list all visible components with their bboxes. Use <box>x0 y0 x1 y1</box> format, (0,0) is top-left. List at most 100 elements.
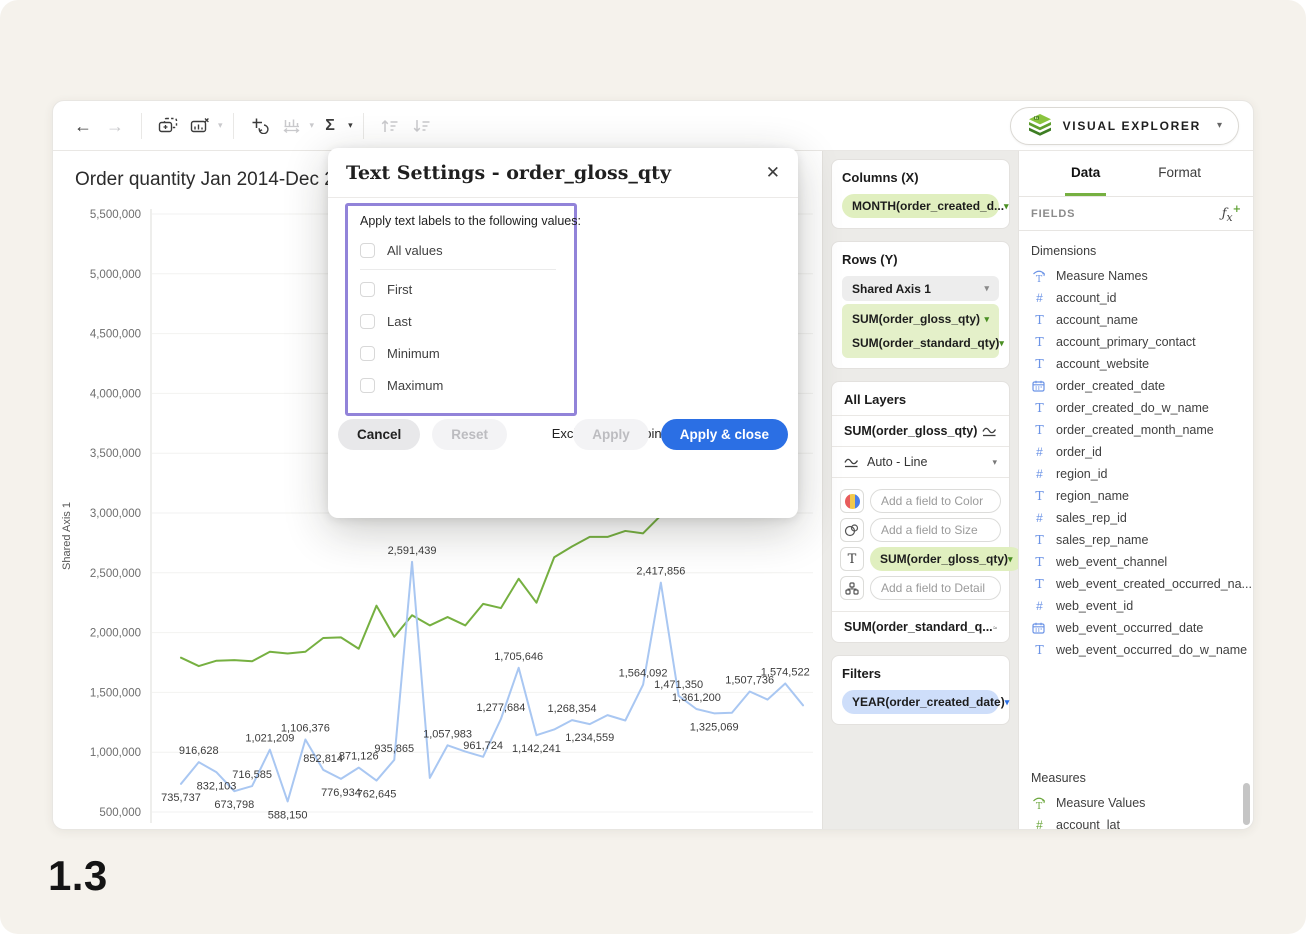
field-item[interactable]: Taccount_name <box>1019 309 1253 331</box>
size-well-icon[interactable] <box>840 518 864 542</box>
field-item[interactable]: Taccount_website <box>1019 353 1253 375</box>
field-item[interactable]: Tsales_rep_name <box>1019 529 1253 551</box>
detail-well-icon[interactable] <box>840 576 864 600</box>
text-field-icon: T <box>1032 358 1047 371</box>
text-field-icon: T <box>1032 556 1047 569</box>
field-item[interactable]: TMeasure Values <box>1019 792 1253 814</box>
columns-shelf-title: Columns (X) <box>842 170 999 185</box>
swap-axes-button[interactable] <box>244 110 276 142</box>
columns-field-pill[interactable]: MONTH(order_created_d... ▾ <box>842 194 999 218</box>
y-tick-label: 5,000,000 <box>90 269 141 281</box>
sort-ascending-button[interactable] <box>374 110 406 142</box>
reset-button[interactable]: Reset <box>432 419 507 450</box>
field-item[interactable]: TMeasure Names <box>1019 265 1253 287</box>
forward-arrow-icon: → <box>106 117 124 135</box>
point-label: 1,106,376 <box>281 722 330 734</box>
field-item[interactable]: #region_id <box>1019 463 1253 485</box>
field-item[interactable]: #sales_rep_id <box>1019 507 1253 529</box>
field-item[interactable]: Tweb_event_occurred_do_w_name <box>1019 639 1253 661</box>
point-label: 1,277,684 <box>476 702 525 714</box>
label-option-minimum[interactable]: Minimum <box>360 337 574 369</box>
point-label: 1,361,200 <box>672 692 721 704</box>
field-item[interactable]: Tweb_event_channel <box>1019 551 1253 573</box>
checkbox-icon[interactable] <box>360 243 375 258</box>
number-field-icon: # <box>1032 446 1047 458</box>
field-item[interactable]: Torder_created_do_w_name <box>1019 397 1253 419</box>
layer-standard-row[interactable]: SUM(order_standard_q... <box>832 611 1009 642</box>
apply-close-button[interactable]: Apply & close <box>661 419 788 450</box>
field-item[interactable]: Taccount_primary_contact <box>1019 331 1253 353</box>
rows-field-pill[interactable]: SUM(order_gloss_qty)▾ <box>842 307 999 331</box>
all-layers-card: All Layers SUM(order_gloss_qty) <box>831 381 1010 643</box>
pill-chevron-icon[interactable]: ▾ <box>984 314 989 325</box>
text-well-pill[interactable]: SUM(order_gloss_qty) ▾ <box>870 547 1018 571</box>
checkbox-icon[interactable] <box>360 282 375 297</box>
apply-button[interactable]: Apply <box>573 419 649 450</box>
back-button[interactable]: ← <box>67 110 99 142</box>
aggregate-button[interactable]: Σ <box>314 110 346 142</box>
pill-chevron-icon[interactable]: ▾ <box>1008 554 1013 565</box>
checkbox-icon[interactable] <box>360 346 375 361</box>
layer-gloss-row[interactable]: SUM(order_gloss_qty) <box>832 416 1009 447</box>
number-field-icon: # <box>1032 292 1047 304</box>
field-item[interactable]: web_event_occurred_date <box>1019 617 1253 639</box>
bar-width-button[interactable] <box>276 110 308 142</box>
field-item[interactable]: #account_id <box>1019 287 1253 309</box>
panel-tabs: Data Format <box>1019 151 1253 197</box>
remove-chart-button[interactable] <box>184 110 216 142</box>
modal-header: Text Settings - order_gloss_qty ✕ <box>328 148 798 198</box>
label-option-maximum[interactable]: Maximum <box>360 369 574 401</box>
text-field-icon: T <box>1032 578 1047 591</box>
apply-labels-heading: Apply text labels to the following value… <box>360 214 574 228</box>
y-tick-label: 1,000,000 <box>90 747 141 759</box>
number-field-icon: # <box>1032 600 1047 612</box>
forward-button[interactable]: → <box>99 110 131 142</box>
label-option-last[interactable]: Last <box>360 305 574 337</box>
line-chart-icon <box>982 426 997 437</box>
size-well-input[interactable]: Add a field to Size <box>870 518 1001 542</box>
fields-scrollbar[interactable] <box>1243 783 1250 825</box>
aggregate-chevron-icon[interactable]: ▾ <box>348 120 353 131</box>
field-item[interactable]: #order_id <box>1019 441 1253 463</box>
tab-data[interactable]: Data <box>1065 151 1106 196</box>
series-line-1[interactable] <box>181 562 803 802</box>
new-frame-button[interactable] <box>152 110 184 142</box>
point-label: 1,142,241 <box>512 743 561 755</box>
visual-explorer-logo-icon <box>1027 113 1053 138</box>
field-item[interactable]: Tweb_event_created_occurred_na... <box>1019 573 1253 595</box>
field-item[interactable]: Torder_created_month_name <box>1019 419 1253 441</box>
pill-chevron-icon[interactable]: ▾ <box>984 283 989 294</box>
new-frame-icon <box>158 117 178 134</box>
color-well-input[interactable]: Add a field to Color <box>870 489 1001 513</box>
point-label: 1,234,559 <box>565 732 614 744</box>
remove-chart-chevron-icon[interactable]: ▾ <box>218 120 223 131</box>
filter-pill[interactable]: YEAR(order_created_date) ▾ <box>842 690 999 714</box>
rows-field-pill[interactable]: SUM(order_standard_qty)▾ <box>842 331 999 355</box>
field-item[interactable]: #account_lat <box>1019 814 1253 830</box>
label-option-all-values[interactable]: All values <box>360 234 574 266</box>
mark-type-select[interactable]: Auto - Line ▾ <box>832 447 1009 478</box>
field-item[interactable]: #web_event_id <box>1019 595 1253 617</box>
pill-chevron-icon[interactable]: ▾ <box>1005 697 1010 708</box>
text-field-icon: T <box>1032 534 1047 547</box>
add-calculated-field-icon[interactable]: ƒx+ <box>1222 204 1241 224</box>
visual-explorer-menu-button[interactable]: VISUAL EXPLORER ▾ <box>1010 107 1239 145</box>
tab-format[interactable]: Format <box>1152 151 1207 196</box>
field-item[interactable]: order_created_date <box>1019 375 1253 397</box>
color-well-icon[interactable] <box>840 489 864 513</box>
checkbox-icon[interactable] <box>360 378 375 393</box>
shared-axis-pill[interactable]: Shared Axis 1 ▾ <box>842 276 999 301</box>
pill-chevron-icon[interactable]: ▾ <box>1004 201 1009 212</box>
field-item[interactable]: Tregion_name <box>1019 485 1253 507</box>
close-icon[interactable]: ✕ <box>766 163 780 183</box>
text-well-icon[interactable]: T <box>840 547 864 571</box>
checkbox-icon[interactable] <box>360 314 375 329</box>
detail-well-input[interactable]: Add a field to Detail <box>870 576 1001 600</box>
sort-descending-button[interactable] <box>406 110 438 142</box>
all-layers-title: All Layers <box>832 382 1009 416</box>
point-label: 1,574,522 <box>761 666 810 678</box>
cancel-button[interactable]: Cancel <box>338 419 420 450</box>
label-option-first[interactable]: First <box>360 273 574 305</box>
svg-text:T: T <box>1036 274 1043 283</box>
pill-chevron-icon[interactable]: ▾ <box>999 338 1004 349</box>
